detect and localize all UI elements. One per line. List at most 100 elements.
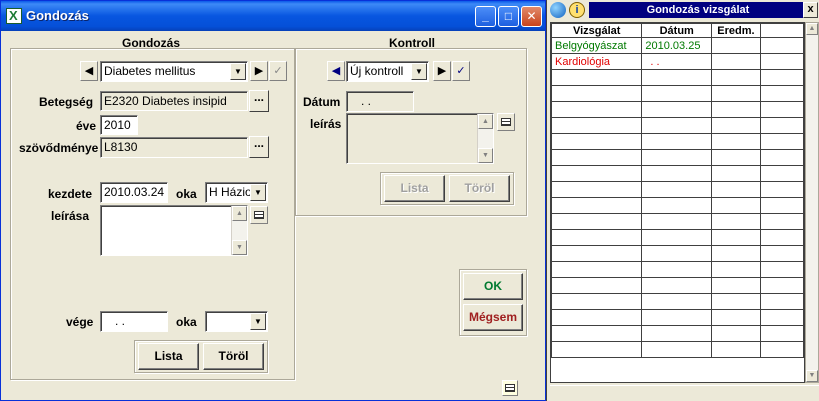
table-cell-empty[interactable] bbox=[641, 85, 713, 102]
table-cell-empty[interactable] bbox=[641, 277, 713, 294]
vizsgalat-grid[interactable]: Vizsgálat Dátum Eredm. Belgyógyászat 2010… bbox=[550, 22, 805, 383]
table-cell-empty[interactable] bbox=[759, 181, 804, 198]
table-row-empty[interactable] bbox=[551, 149, 804, 166]
betegseg-browse-button[interactable]: ... bbox=[249, 90, 269, 112]
table-cell-empty[interactable] bbox=[551, 213, 643, 230]
info-icon[interactable]: i bbox=[569, 2, 585, 18]
table-cell-empty[interactable] bbox=[759, 277, 804, 294]
kontroll-lista-button[interactable]: Lista bbox=[384, 175, 445, 202]
memo-edit-icon[interactable] bbox=[250, 206, 268, 224]
table-cell-datum[interactable]: 2010.03.25 bbox=[641, 37, 713, 54]
confirm-check-icon[interactable]: ✓ bbox=[269, 61, 287, 81]
table-row-empty[interactable] bbox=[551, 85, 804, 102]
diagnosis-select[interactable]: Diabetes mellitus ▼ bbox=[100, 61, 248, 82]
table-cell-empty[interactable] bbox=[759, 341, 804, 358]
table-cell-empty[interactable] bbox=[551, 117, 643, 134]
kontroll-select[interactable]: Új kontroll ▼ bbox=[346, 61, 429, 82]
vege-field[interactable]: . . bbox=[100, 311, 168, 332]
table-cell-empty[interactable] bbox=[641, 117, 713, 134]
table-cell-vizsgalat[interactable]: Belgyógyászat bbox=[551, 37, 643, 54]
table-cell-extra[interactable] bbox=[759, 37, 804, 54]
table-cell-empty[interactable] bbox=[551, 261, 643, 278]
table-cell-empty[interactable] bbox=[711, 309, 761, 326]
scroll-up-icon[interactable]: ▲ bbox=[806, 23, 818, 35]
vizsgalat-close-button[interactable]: x bbox=[803, 2, 818, 18]
table-cell-empty[interactable] bbox=[551, 181, 643, 198]
table-cell-empty[interactable] bbox=[641, 197, 713, 214]
table-cell-empty[interactable] bbox=[759, 197, 804, 214]
ok-button[interactable]: OK bbox=[463, 273, 523, 300]
table-row-empty[interactable] bbox=[551, 325, 804, 342]
table-row-empty[interactable] bbox=[551, 277, 804, 294]
table-cell-empty[interactable] bbox=[551, 341, 643, 358]
table-cell-empty[interactable] bbox=[551, 229, 643, 246]
table-cell-empty[interactable] bbox=[759, 309, 804, 326]
table-cell-empty[interactable] bbox=[641, 229, 713, 246]
table-cell-empty[interactable] bbox=[551, 277, 643, 294]
table-cell-eredmeny[interactable] bbox=[711, 37, 761, 54]
table-cell-empty[interactable] bbox=[641, 133, 713, 150]
next-diagnosis-button[interactable]: ▶ bbox=[250, 61, 268, 81]
table-cell-empty[interactable] bbox=[641, 101, 713, 118]
table-row[interactable]: Kardiológia. . bbox=[551, 53, 804, 70]
table-cell-empty[interactable] bbox=[641, 325, 713, 342]
table-cell-empty[interactable] bbox=[641, 309, 713, 326]
table-cell-empty[interactable] bbox=[759, 213, 804, 230]
next-kontroll-button[interactable]: ▶ bbox=[433, 61, 451, 81]
scroll-up-icon[interactable]: ▲ bbox=[478, 114, 493, 129]
table-cell-empty[interactable] bbox=[759, 293, 804, 310]
table-cell-empty[interactable] bbox=[641, 181, 713, 198]
table-row-empty[interactable] bbox=[551, 213, 804, 230]
kontroll-confirm-check-icon[interactable]: ✓ bbox=[452, 61, 470, 81]
table-row[interactable]: Belgyógyászat 2010.03.25 bbox=[551, 37, 804, 54]
table-cell-empty[interactable] bbox=[551, 325, 643, 342]
prev-diagnosis-button[interactable]: ◀ bbox=[80, 61, 98, 81]
table-cell-empty[interactable] bbox=[641, 341, 713, 358]
table-cell-empty[interactable] bbox=[551, 309, 643, 326]
col-header-extra[interactable] bbox=[759, 23, 804, 38]
table-cell-eredmeny[interactable] bbox=[711, 53, 761, 70]
table-row-empty[interactable] bbox=[551, 293, 804, 310]
scroll-down-icon[interactable]: ▼ bbox=[478, 148, 493, 163]
title-bar[interactable]: X Gondozás _ □ ✕ bbox=[1, 1, 545, 31]
table-cell-empty[interactable] bbox=[641, 149, 713, 166]
table-cell-empty[interactable] bbox=[551, 165, 643, 182]
table-cell-empty[interactable] bbox=[711, 293, 761, 310]
table-cell-empty[interactable] bbox=[759, 261, 804, 278]
table-cell-empty[interactable] bbox=[551, 85, 643, 102]
table-row-empty[interactable] bbox=[551, 245, 804, 262]
table-row-empty[interactable] bbox=[551, 165, 804, 182]
gondozas-lista-button[interactable]: Lista bbox=[138, 343, 199, 370]
close-button[interactable]: ✕ bbox=[521, 6, 542, 27]
scroll-down-icon[interactable]: ▼ bbox=[806, 370, 818, 382]
col-header-datum[interactable]: Dátum bbox=[641, 23, 713, 38]
table-cell-empty[interactable] bbox=[711, 325, 761, 342]
table-row-empty[interactable] bbox=[551, 261, 804, 278]
table-cell-empty[interactable] bbox=[551, 149, 643, 166]
szovodmenye-field[interactable]: L8130 bbox=[100, 137, 248, 158]
status-list-icon[interactable] bbox=[502, 380, 518, 396]
scroll-up-icon[interactable]: ▲ bbox=[232, 206, 247, 221]
cancel-button[interactable]: Mégsem bbox=[463, 304, 523, 331]
prev-kontroll-button[interactable]: ◀ bbox=[327, 61, 345, 81]
table-cell-extra[interactable] bbox=[759, 53, 804, 70]
table-cell-empty[interactable] bbox=[641, 213, 713, 230]
oka-select[interactable]: H Házio ▼ bbox=[205, 182, 268, 203]
table-cell-empty[interactable] bbox=[711, 69, 761, 86]
col-header-vizsgalat[interactable]: Vizsgálat bbox=[551, 23, 643, 38]
kontroll-leiras-scrollbar[interactable]: ▲ ▼ bbox=[477, 114, 493, 163]
table-cell-empty[interactable] bbox=[711, 277, 761, 294]
table-cell-empty[interactable] bbox=[711, 133, 761, 150]
table-cell-empty[interactable] bbox=[759, 229, 804, 246]
kezdete-field[interactable]: 2010.03.24 bbox=[100, 182, 168, 203]
table-cell-empty[interactable] bbox=[711, 101, 761, 118]
table-cell-empty[interactable] bbox=[759, 85, 804, 102]
table-cell-empty[interactable] bbox=[551, 133, 643, 150]
col-header-eredmeny[interactable]: Eredm. bbox=[711, 23, 761, 38]
table-cell-empty[interactable] bbox=[641, 261, 713, 278]
table-cell-empty[interactable] bbox=[759, 325, 804, 342]
table-cell-empty[interactable] bbox=[551, 69, 643, 86]
table-cell-vizsgalat[interactable]: Kardiológia bbox=[551, 53, 643, 70]
table-cell-empty[interactable] bbox=[641, 69, 713, 86]
szovodmenye-browse-button[interactable]: ... bbox=[249, 136, 269, 158]
